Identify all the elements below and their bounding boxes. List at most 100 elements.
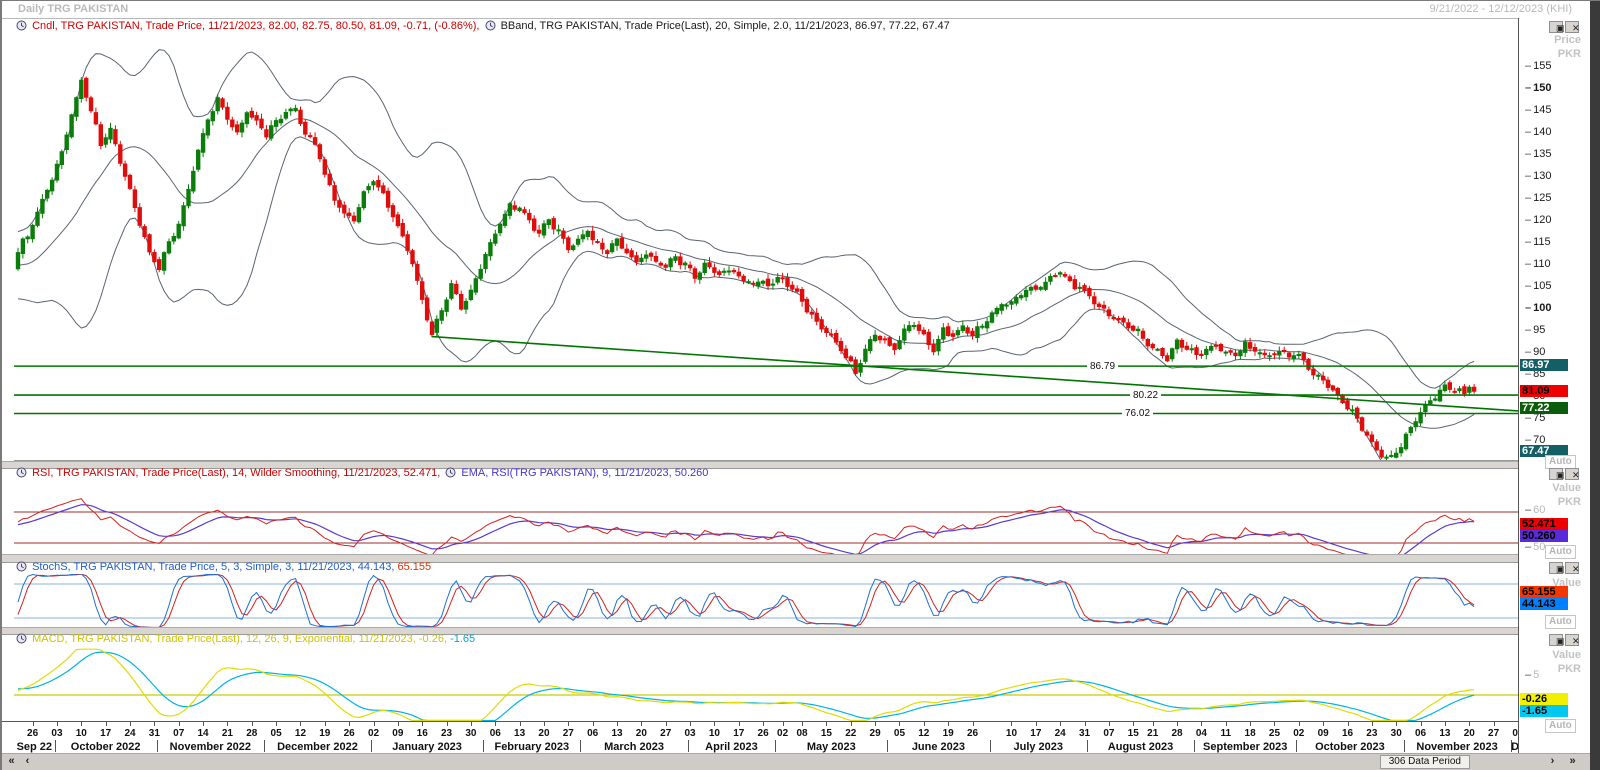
day-tick-label: 20 <box>538 728 549 739</box>
panel-close-button[interactable]: ✕ <box>1565 562 1579 574</box>
panel-close-button[interactable]: ✕ <box>1565 21 1579 33</box>
axis-auto-scale-button[interactable]: Auto <box>1545 455 1576 469</box>
day-tick-label: 22 <box>845 728 856 739</box>
candle-legend-text[interactable]: Cndl, TRG PAKISTAN, Trade Price, 11/21/2… <box>32 20 482 32</box>
window-edge-strip <box>1590 1 1600 770</box>
price-level-label[interactable]: 86.79 <box>1087 361 1118 372</box>
day-tick-label: 27 <box>660 728 671 739</box>
day-tick-label: 05 <box>271 728 282 739</box>
day-tick-mark <box>1396 722 1397 726</box>
day-tick-label: 06 <box>490 728 501 739</box>
legend-clock-icon <box>445 467 456 478</box>
day-tick-label: 27 <box>1488 728 1499 739</box>
day-tick-label: 20 <box>636 728 647 739</box>
rsi-chart-canvas[interactable] <box>14 479 1518 555</box>
macd-chart-canvas[interactable] <box>14 646 1518 722</box>
month-label: November 2023 <box>1404 741 1511 753</box>
time-axis[interactable]: 2603101724310714212805121926020916233006… <box>2 721 1590 754</box>
panel-restore-button[interactable]: ▣ <box>1549 21 1563 33</box>
day-tick-mark <box>1060 722 1061 726</box>
scroll-left-button[interactable]: ‹ <box>20 755 35 768</box>
day-tick-mark <box>1177 722 1178 726</box>
day-tick-label: 21 <box>1147 728 1158 739</box>
day-tick-label: 30 <box>465 728 476 739</box>
rsi-legend-text[interactable]: RSI, TRG PAKISTAN, Trade Price(Last), 14… <box>32 467 443 479</box>
axis-auto-scale-button[interactable]: Auto <box>1545 719 1576 733</box>
day-tick-mark <box>1109 722 1110 726</box>
main-price-chart-canvas[interactable]: 86.79 80.22 76.02 <box>14 33 1518 461</box>
day-tick-label: 24 <box>124 728 135 739</box>
price-tick-label: –145 <box>1525 104 1551 116</box>
axis-auto-scale-button[interactable]: Auto <box>1545 615 1576 629</box>
stoch-legend-text[interactable]: StochS, TRG PAKISTAN, Trade Price, 5, 3,… <box>32 561 397 573</box>
legend-clock-icon <box>485 20 496 31</box>
price-tick-label: –125 <box>1525 192 1551 204</box>
day-tick-mark <box>1299 722 1300 726</box>
day-tick-label: 09 <box>392 728 403 739</box>
day-tick-label: 06 <box>587 728 598 739</box>
rsi-legend: RSI, TRG PAKISTAN, Trade Price(Last), 14… <box>14 467 708 479</box>
value-axis-badge: -1.65 <box>1520 705 1568 717</box>
day-tick-mark <box>802 722 803 726</box>
price-tick-label: –110 <box>1525 258 1551 270</box>
day-tick-mark <box>203 722 204 726</box>
chart-title-bar: Daily TRG PAKISTAN 9/21/2022 - 12/12/202… <box>2 1 1590 19</box>
day-tick-mark <box>1445 722 1446 726</box>
day-tick-label: 06 <box>1415 728 1426 739</box>
price-tick-label: –115 <box>1525 236 1551 248</box>
price-tick-label: –105 <box>1525 280 1551 292</box>
value-axis-column[interactable]: ▣✕PricePKR–155–150–145–140–135–130–125–1… <box>1518 18 1591 753</box>
price-tick-label: –100 <box>1525 302 1551 314</box>
day-tick-mark <box>179 722 180 726</box>
panel-close-button[interactable]: ✕ <box>1565 634 1579 646</box>
day-tick-label: 24 <box>1055 728 1066 739</box>
rsi-ema-legend-text[interactable]: EMA, RSI(TRG PAKISTAN), 9, 11/21/2023, 5… <box>461 467 708 479</box>
day-tick-label: 02 <box>777 728 788 739</box>
day-tick-label: 10 <box>76 728 87 739</box>
day-tick-label: 18 <box>1245 728 1256 739</box>
day-tick-mark <box>763 722 764 726</box>
day-tick-label: 07 <box>173 728 184 739</box>
scroll-right-button[interactable]: › <box>1545 755 1560 768</box>
price-tick-label: –135 <box>1525 148 1551 160</box>
day-tick-label: 26 <box>27 728 38 739</box>
day-tick-mark <box>1494 722 1495 726</box>
bband-legend-text[interactable]: BBand, TRG PAKISTAN, Trade Price(Last), … <box>501 20 950 32</box>
scroll-far-right-button[interactable]: » <box>1565 755 1580 768</box>
price-tick-label: –90 <box>1525 346 1545 358</box>
day-tick-mark <box>349 722 350 726</box>
price-level-label[interactable]: 80.22 <box>1130 390 1161 401</box>
value-axis-badge: 77.22 <box>1520 402 1568 414</box>
rsi-tick-label: –60 <box>1525 504 1545 516</box>
panel-restore-button[interactable]: ▣ <box>1549 562 1563 574</box>
panel-close-button[interactable]: ✕ <box>1565 468 1579 480</box>
day-tick-mark <box>714 722 715 726</box>
day-tick-label: 13 <box>514 728 525 739</box>
day-tick-label: 26 <box>967 728 978 739</box>
day-tick-label: 19 <box>319 728 330 739</box>
day-tick-mark <box>1036 722 1037 726</box>
month-label: July 2023 <box>990 741 1087 753</box>
day-tick-mark <box>544 722 545 726</box>
day-tick-label: 16 <box>417 728 428 739</box>
price-tick-label: –140 <box>1525 126 1551 138</box>
time-scrollbar[interactable]: « ‹ 306 Data Period › » <box>2 753 1590 770</box>
price-level-label[interactable]: 76.02 <box>1122 408 1153 419</box>
day-tick-label: 02 <box>1293 728 1304 739</box>
value-axis-badge: 81.09 <box>1520 385 1568 397</box>
panel-restore-button[interactable]: ▣ <box>1549 468 1563 480</box>
axis-auto-scale-button[interactable]: Auto <box>1545 545 1576 559</box>
day-tick-label: 13 <box>1439 728 1450 739</box>
panel-restore-button[interactable]: ▣ <box>1549 634 1563 646</box>
stoch-chart-canvas[interactable] <box>14 574 1518 628</box>
day-tick-mark <box>617 722 618 726</box>
month-label: October 2022 <box>55 741 157 753</box>
day-tick-mark <box>568 722 569 726</box>
scroll-far-left-button[interactable]: « <box>4 755 19 768</box>
macd-legend-text[interactable]: MACD, TRG PAKISTAN, Trade Price(Last), 1… <box>32 633 450 645</box>
day-tick-mark <box>1323 722 1324 726</box>
day-tick-label: 17 <box>100 728 111 739</box>
macd-signal-value: -1.65 <box>450 633 475 645</box>
day-tick-mark <box>826 722 827 726</box>
day-tick-label: 10 <box>1006 728 1017 739</box>
